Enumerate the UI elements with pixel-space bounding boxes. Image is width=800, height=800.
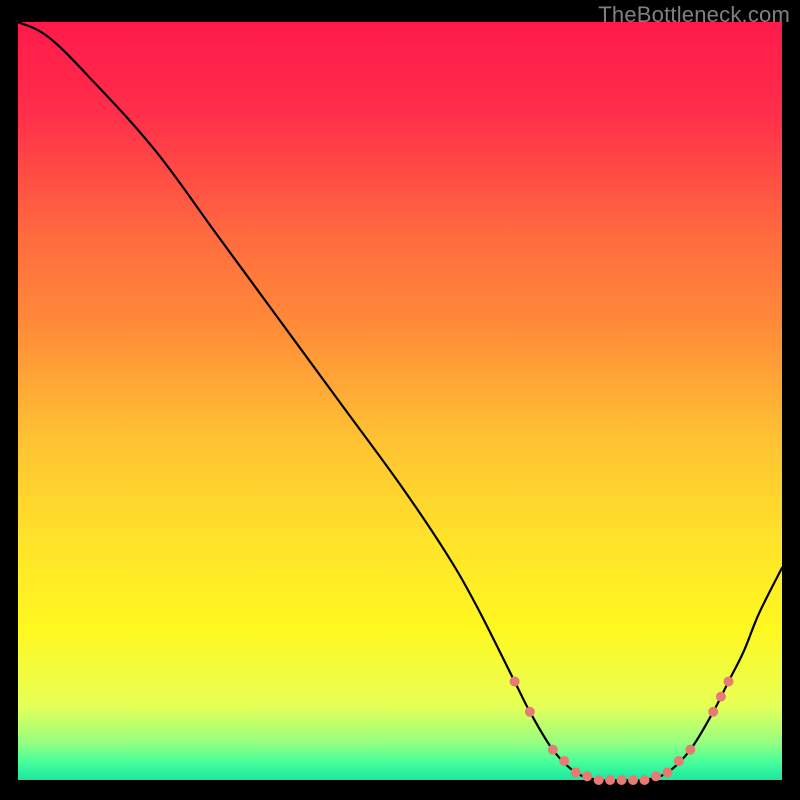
valley-marker <box>510 676 520 686</box>
valley-marker <box>639 775 649 785</box>
valley-marker <box>559 756 569 766</box>
valley-marker <box>594 775 604 785</box>
valley-marker <box>571 767 581 777</box>
valley-marker <box>617 775 627 785</box>
chart-container: TheBottleneck.com <box>0 0 800 800</box>
bottleneck-chart <box>0 0 800 800</box>
watermark: TheBottleneck.com <box>598 2 790 28</box>
valley-marker <box>662 767 672 777</box>
valley-marker <box>651 771 661 781</box>
valley-marker <box>628 775 638 785</box>
valley-marker <box>525 707 535 717</box>
valley-marker <box>548 745 558 755</box>
valley-marker <box>685 745 695 755</box>
valley-marker <box>605 775 615 785</box>
valley-marker <box>582 771 592 781</box>
valley-marker <box>716 692 726 702</box>
valley-marker <box>724 676 734 686</box>
plot-area <box>18 22 782 780</box>
valley-marker <box>708 707 718 717</box>
valley-marker <box>674 756 684 766</box>
